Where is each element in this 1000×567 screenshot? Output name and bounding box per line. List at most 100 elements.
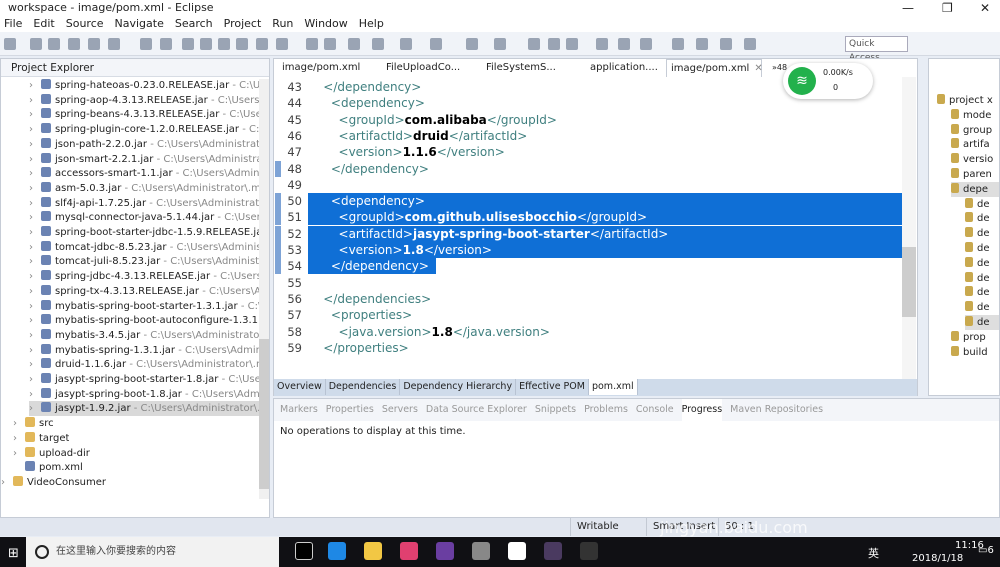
tree-item-jar[interactable]: › jasypt-1.9.2.jar - C:\Users\Administrat… [29,401,259,417]
menu-source[interactable]: Source [66,17,104,30]
view-tab-snippets[interactable]: Snippets [535,399,576,421]
pom-tab[interactable]: Dependency Hierarchy [400,379,517,395]
tree-item-jar[interactable]: › spring-beans-4.3.13.RELEASE.jar - C:\Us… [29,107,259,122]
toolbar-icon[interactable] [236,38,248,50]
outline-item[interactable]: de [965,241,999,256]
expand-arrow-icon[interactable]: › [29,240,41,255]
outline-item[interactable]: de [965,300,999,315]
toolbar-icon[interactable] [640,38,652,50]
expand-arrow-icon[interactable]: › [29,299,41,314]
toolbar-icon[interactable] [744,38,756,50]
code-area[interactable]: 43 </dependency> 44 <dependency> 45 <group… [274,77,902,379]
expand-arrow-icon[interactable]: › [29,137,41,152]
editor-scrollbar[interactable] [902,77,916,379]
expand-arrow-icon[interactable]: › [29,107,41,122]
toolbar-icon[interactable] [306,38,318,50]
toolbar-icon[interactable] [256,38,268,50]
tree-item-pom[interactable]: pom.xml [25,460,83,475]
expand-arrow-icon[interactable]: › [29,152,41,167]
expand-arrow-icon[interactable]: › [29,401,41,416]
toolbar-icon[interactable] [566,38,578,50]
tree-item-jar[interactable]: › spring-boot-starter-jdbc-1.5.9.RELEASE.… [29,225,259,240]
expand-arrow-icon[interactable]: › [29,313,41,328]
close-button[interactable]: ✕ [980,0,990,16]
tree-item-jar[interactable]: › mysql-connector-java-5.1.44.jar - C:\Us… [29,210,259,225]
pom-tab[interactable]: Effective POM [516,379,589,395]
toolbar-icon[interactable] [548,38,560,50]
tree-item-jar[interactable]: › spring-plugin-core-1.2.0.RELEASE.jar - … [29,122,259,137]
tree-item-jar[interactable]: › mybatis-spring-1.3.1.jar - C:\Users\Adm… [29,343,259,358]
toolbar-icon[interactable] [200,38,212,50]
outline-item[interactable]: de [965,226,999,241]
taskbar-app-icon[interactable] [328,542,346,560]
taskbar-app-icon[interactable] [436,542,454,560]
tree-item-folder[interactable]: › src [13,416,54,431]
tree-item-project[interactable]: › VideoConsumer [1,475,106,490]
toolbar-icon[interactable] [400,38,412,50]
expand-arrow-icon[interactable]: › [29,284,41,299]
toolbar-icon[interactable] [348,38,360,50]
tree-item-jar[interactable]: › mybatis-3.4.5.jar - C:\Users\Administra… [29,328,259,343]
expand-arrow-icon[interactable]: › [29,328,41,343]
toolbar-icon[interactable] [324,38,336,50]
tree-item-jar[interactable]: › druid-1.1.6.jar - C:\Users\Administrato… [29,357,259,372]
editor-tab[interactable]: image/pom.xml [278,59,374,77]
view-tab-console[interactable]: Console [636,399,674,421]
notification-center-icon[interactable]: ▭6 [978,545,994,556]
tree-item-folder[interactable]: › target [13,431,69,446]
tree-item-jar[interactable]: › spring-tx-4.3.13.RELEASE.jar - C:\Users… [29,284,259,299]
expand-arrow-icon[interactable]: › [29,78,41,93]
close-tab-icon[interactable]: ✕ [754,63,762,74]
pom-tab[interactable]: pom.xml [588,379,638,395]
expand-arrow-icon[interactable]: › [13,446,25,461]
outline-item[interactable]: project x [937,93,999,108]
toolbar-icon[interactable] [372,38,384,50]
expand-arrow-icon[interactable]: › [29,343,41,358]
taskbar-app-icon[interactable] [544,542,562,560]
view-tab-servers[interactable]: Servers [382,399,418,421]
menu-file[interactable]: File [4,17,22,30]
menu-run[interactable]: Run [272,17,293,30]
expand-arrow-icon[interactable]: › [29,196,41,211]
toolbar-icon[interactable] [528,38,540,50]
view-tab-problems[interactable]: Problems [584,399,628,421]
outline-item[interactable]: artifa [951,137,999,152]
outline-item[interactable]: versio [951,152,999,167]
tree-item-jar[interactable]: › mybatis-spring-boot-starter-1.3.1.jar -… [29,299,259,314]
expand-arrow-icon[interactable]: › [29,372,41,387]
expand-arrow-icon[interactable]: › [29,269,41,284]
editor-tab[interactable]: image/pom.xml ✕ [666,59,763,77]
expand-arrow-icon[interactable]: › [29,181,41,196]
scrollbar[interactable] [259,79,269,499]
tree-item-jar[interactable]: › asm-5.0.3.jar - C:\Users\Administrator\… [29,181,259,196]
tree-item-jar[interactable]: › spring-jdbc-4.3.13.RELEASE.jar - C:\Use… [29,269,259,284]
expand-arrow-icon[interactable]: › [29,254,41,269]
tree-item-jar[interactable]: › mybatis-spring-boot-autoconfigure-1.3.1… [29,313,259,328]
toolbar-icon[interactable] [596,38,608,50]
view-tab-markers[interactable]: Markers [280,399,318,421]
menu-edit[interactable]: Edit [33,17,54,30]
expand-arrow-icon[interactable]: › [29,210,41,225]
tree-item-jar[interactable]: › jasypt-spring-boot-starter-1.8.jar - C:… [29,372,259,387]
tree-item-jar[interactable]: › tomcat-juli-8.5.23.jar - C:\Users\Admin… [29,254,259,269]
outline-item[interactable]: de [965,197,999,212]
toolbar-icon[interactable] [140,38,152,50]
toolbar-icon[interactable] [430,38,442,50]
view-tab-data-source-explorer[interactable]: Data Source Explorer [426,399,527,421]
tree-item-jar[interactable]: › spring-hateoas-0.23.0.RELEASE.jar - C:\… [29,78,259,93]
outline-item[interactable]: mode [951,108,999,123]
expand-arrow-icon[interactable]: › [29,122,41,137]
taskbar-app-icon[interactable] [364,542,382,560]
toolbar-icon[interactable] [276,38,288,50]
tree-item-jar[interactable]: › tomcat-jdbc-8.5.23.jar - C:\Users\Admin… [29,240,259,255]
tree-item-jar[interactable]: › json-smart-2.2.1.jar - C:\Users\Adminis… [29,152,259,167]
outline-item[interactable]: de [965,315,999,330]
pom-tab[interactable]: Dependencies [326,379,401,395]
view-tab-progress[interactable]: Progress [681,399,723,421]
outline-item[interactable]: de [965,271,999,286]
toolbar-icon[interactable] [108,38,120,50]
outline-item[interactable]: build [951,345,999,360]
windows-start-icon[interactable]: ⊞ [8,546,19,561]
toolbar-icon[interactable] [720,38,732,50]
menu-navigate[interactable]: Navigate [115,17,164,30]
